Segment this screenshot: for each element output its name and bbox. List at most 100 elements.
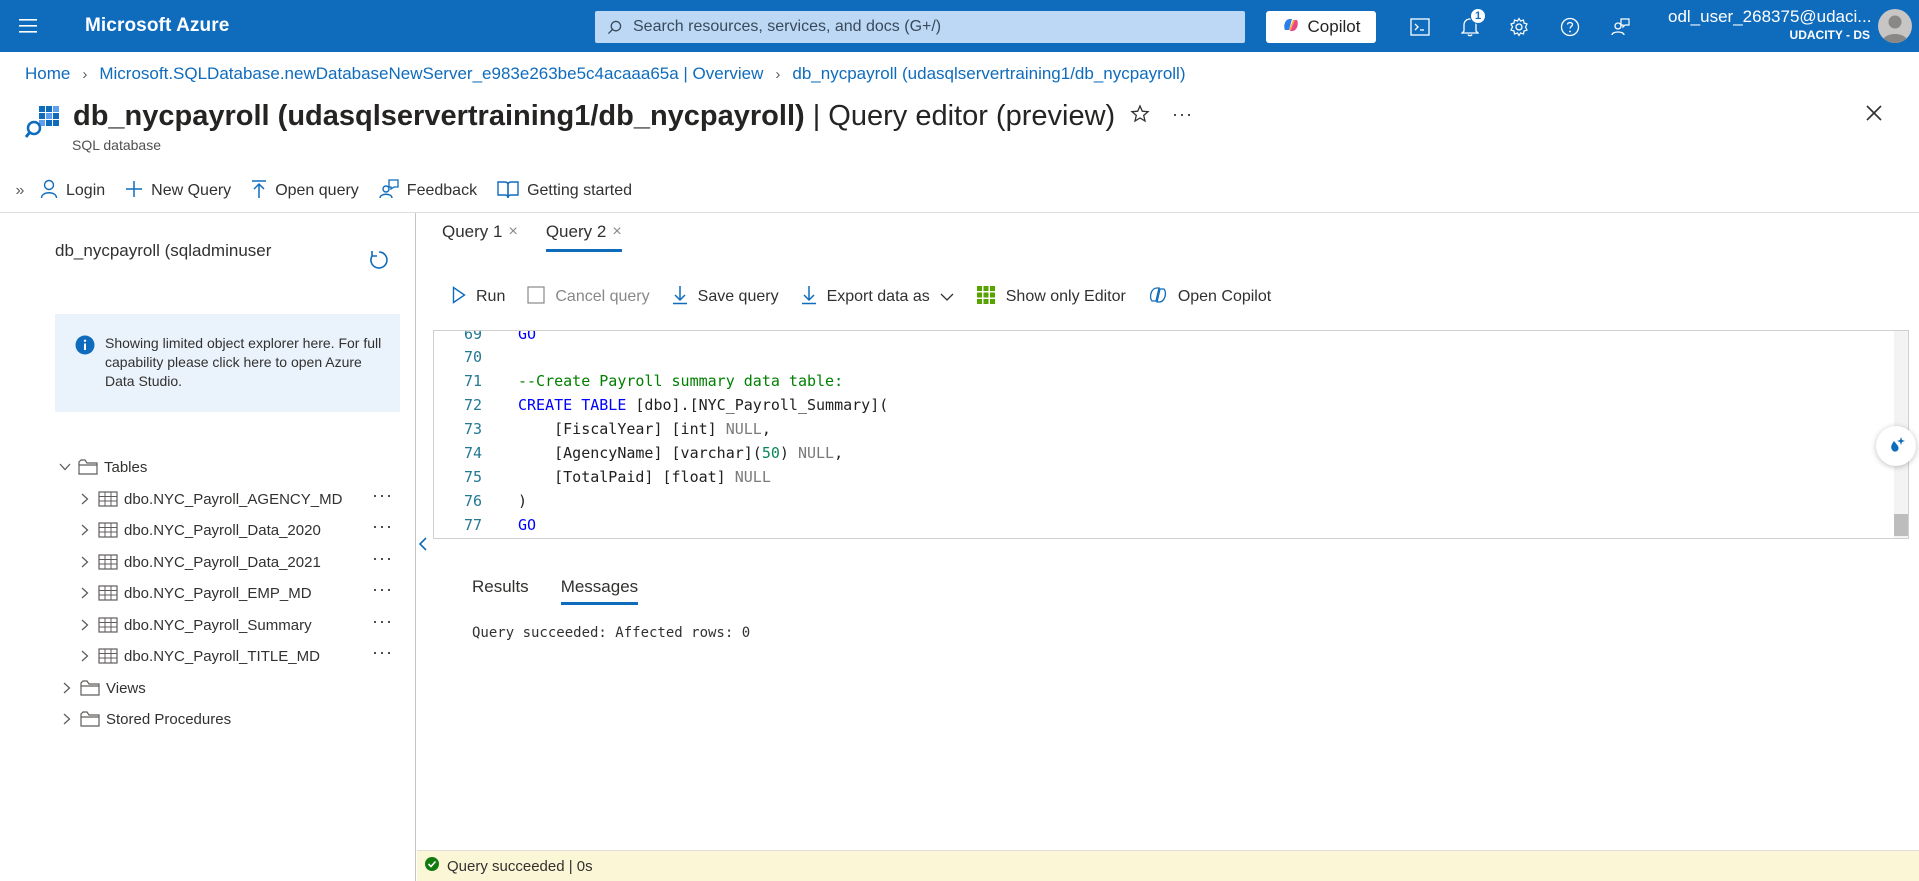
table-more-icon[interactable]: ··· <box>372 579 393 600</box>
expand-menu-icon[interactable]: » <box>0 182 40 200</box>
table-icon <box>98 585 118 601</box>
help-question-icon[interactable] <box>1554 11 1586 43</box>
tree-table-label: dbo.NYC_Payroll_AGENCY_MD <box>124 490 343 508</box>
copilot-button[interactable]: Copilot <box>1266 11 1376 43</box>
save-query-button[interactable]: Save query <box>672 285 779 310</box>
line-number: 70 <box>463 348 482 366</box>
notifications-bell-icon[interactable]: 1 <box>1454 8 1486 43</box>
tab-query-1[interactable]: Query 1 × <box>442 222 518 252</box>
object-explorer-panel: db_nycpayroll (sqladminuser Showing limi… <box>0 213 416 881</box>
more-options-icon[interactable]: ··· <box>1172 104 1193 125</box>
settings-gear-icon[interactable] <box>1503 11 1535 43</box>
grid-icon <box>976 285 996 310</box>
tree-table-item[interactable]: dbo.NYC_Payroll_Data_2021 <box>78 548 321 576</box>
notification-count-badge: 1 <box>1470 8 1486 24</box>
copilot-icon <box>1282 16 1300 39</box>
tree-table-item[interactable]: dbo.NYC_Payroll_AGENCY_MD <box>78 485 342 513</box>
folder-icon <box>80 680 100 696</box>
line-number: 75 <box>463 468 482 486</box>
close-tab-icon[interactable]: × <box>508 223 517 241</box>
page-title-suffix: | Query editor (preview) <box>804 99 1116 132</box>
line-number: 71 <box>463 372 482 390</box>
tab-messages[interactable]: Messages <box>560 577 639 605</box>
folder-icon <box>80 711 100 727</box>
breadcrumb-database[interactable]: db_nycpayroll (udasqlservertraining1/db_… <box>792 64 1185 84</box>
table-more-icon[interactable]: ··· <box>372 548 393 569</box>
tree-folder-tables[interactable]: Tables <box>58 453 147 481</box>
cancel-query-button[interactable]: Cancel query <box>527 285 650 309</box>
copilot-sparkle-icon[interactable] <box>1876 426 1916 466</box>
new-query-button[interactable]: New Query <box>125 180 231 203</box>
copilot-label: Copilot <box>1307 17 1361 36</box>
account-info[interactable]: odl_user_268375@udaci... UDACITY - DS <box>1668 8 1870 42</box>
chevron-right-icon <box>78 493 92 505</box>
code-line: 77 GO <box>434 513 536 537</box>
play-icon <box>452 285 466 309</box>
tree-table-item[interactable]: dbo.NYC_Payroll_Summary <box>78 611 312 639</box>
line-number: 73 <box>463 420 482 438</box>
chevron-right-icon <box>60 682 74 694</box>
download-arrow-icon <box>672 285 688 310</box>
favorite-star-icon[interactable] <box>1130 104 1150 129</box>
top-bar: Microsoft Azure Search resources, servic… <box>0 0 1919 52</box>
chevron-right-icon: › <box>82 65 88 83</box>
feedback-person-icon[interactable] <box>1604 11 1636 43</box>
tree-table-label: dbo.NYC_Payroll_Summary <box>124 616 312 634</box>
code-line: 69 GO <box>434 331 536 346</box>
open-query-button[interactable]: Open query <box>251 179 359 204</box>
tree-folder-stored-procedures[interactable]: Stored Procedures <box>60 705 231 733</box>
hamburger-menu-icon[interactable] <box>0 0 56 52</box>
cloud-shell-icon[interactable] <box>1404 11 1436 43</box>
open-copilot-button[interactable]: Open Copilot <box>1148 285 1271 310</box>
close-icon[interactable] <box>1865 104 1883 127</box>
status-bar: Query succeeded | 0s <box>417 850 1919 881</box>
refresh-icon[interactable] <box>368 249 390 276</box>
export-data-dropdown[interactable]: Export data as <box>801 285 954 310</box>
collapse-panel-icon[interactable] <box>418 536 428 557</box>
table-more-icon[interactable]: ··· <box>372 611 393 632</box>
info-icon <box>75 335 95 360</box>
tree-table-label: dbo.NYC_Payroll_Data_2021 <box>124 553 321 571</box>
search-icon <box>595 20 633 35</box>
tree-table-item[interactable]: dbo.NYC_Payroll_EMP_MD <box>78 579 312 607</box>
tree-folder-views[interactable]: Views <box>60 674 146 702</box>
table-more-icon[interactable]: ··· <box>372 485 393 506</box>
login-button[interactable]: Login <box>40 179 105 204</box>
feedback-button[interactable]: Feedback <box>379 178 477 204</box>
tree-folder-label: Views <box>106 679 146 697</box>
command-bar: » Login New Query Open query Feedback Ge… <box>0 174 652 208</box>
breadcrumb-home[interactable]: Home <box>25 64 70 84</box>
tree-table-label: dbo.NYC_Payroll_EMP_MD <box>124 584 312 602</box>
download-arrow-icon <box>801 285 817 310</box>
run-button[interactable]: Run <box>452 285 505 309</box>
editor-scrollbar-thumb[interactable] <box>1894 514 1908 536</box>
editor-toolbar: Run Cancel query Save query Export data … <box>452 285 1293 309</box>
status-text: Query succeeded | 0s <box>447 857 593 875</box>
tab-label: Query 1 <box>442 222 503 241</box>
table-more-icon[interactable]: ··· <box>372 642 393 663</box>
line-number: 72 <box>463 396 482 414</box>
tree-folder-label: Tables <box>104 458 148 476</box>
tree-table-item[interactable]: dbo.NYC_Payroll_TITLE_MD <box>78 642 320 670</box>
avatar[interactable] <box>1878 9 1912 43</box>
info-banner[interactable]: Showing limited object explorer here. Fo… <box>55 314 400 412</box>
chevron-right-icon <box>78 524 92 536</box>
tab-results[interactable]: Results <box>472 577 529 605</box>
code-text: [AgencyName] [varchar](50) NULL, <box>518 444 844 462</box>
close-tab-icon[interactable]: × <box>612 223 621 241</box>
new-query-label: New Query <box>151 182 232 199</box>
brand-title[interactable]: Microsoft Azure <box>85 15 229 37</box>
getting-started-button[interactable]: Getting started <box>497 179 632 204</box>
info-banner-text: Showing limited object explorer here. Fo… <box>105 335 382 389</box>
query-tabs: Query 1 × Query 2 × <box>442 222 650 252</box>
copilot-outline-icon <box>1148 285 1168 310</box>
global-search-input[interactable]: Search resources, services, and docs (G+… <box>595 11 1245 43</box>
code-editor[interactable]: 69 GO 70 71 --Create Payroll summary data … <box>433 330 1909 539</box>
tab-query-2[interactable]: Query 2 × <box>545 222 622 252</box>
table-more-icon[interactable]: ··· <box>372 516 393 537</box>
show-only-editor-button[interactable]: Show only Editor <box>976 285 1126 310</box>
table-icon <box>98 522 118 538</box>
breadcrumb-overview[interactable]: Microsoft.SQLDatabase.newDatabaseNewServ… <box>99 64 763 84</box>
upload-arrow-icon <box>251 179 267 204</box>
tree-table-item[interactable]: dbo.NYC_Payroll_Data_2020 <box>78 516 321 544</box>
